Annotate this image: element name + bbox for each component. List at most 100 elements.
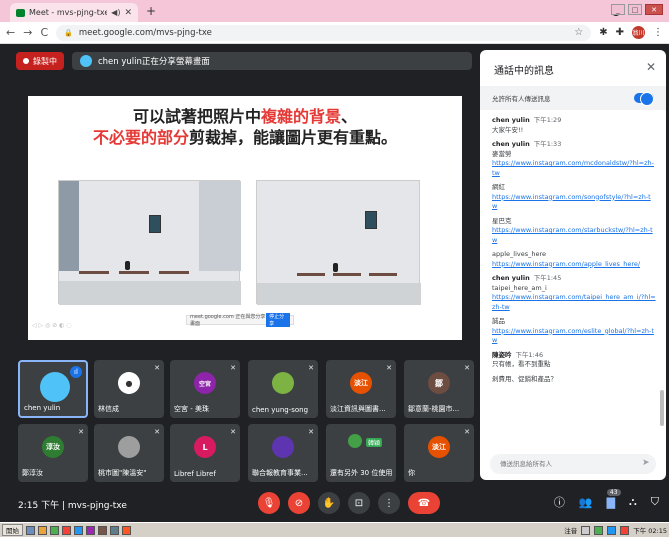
mic-off-button[interactable]: 🎙	[258, 492, 280, 514]
participant-tile[interactable]: ✕ 淳汝 鄭淳汝	[18, 424, 88, 482]
recording-dot-icon	[23, 58, 29, 64]
chat-panel: 通話中的訊息 ✕ 允許所有人傳送訊息 chen yulin 下午1:29 大家午安…	[480, 50, 666, 480]
tray-icon[interactable]	[607, 525, 617, 535]
message-link[interactable]: https://www.instagram.com/taipei_here_am…	[492, 293, 656, 312]
tray-icon[interactable]	[581, 525, 591, 535]
forward-icon[interactable]: →	[23, 26, 32, 39]
participant-avatar: L	[194, 436, 216, 458]
participant-name: 鄭淳汝	[22, 469, 43, 477]
meeting-controls-bar: 2:15 下午 | mvs-pjng-txe 🎙 ⊘ ✋ ⊡ ⋮ ☎ ⓘ 👥 43…	[0, 484, 669, 522]
raise-hand-button[interactable]: ✋	[318, 492, 340, 514]
extensions-icon[interactable]: ✚	[616, 27, 624, 38]
slide-toolbar: ◁ ▷ ◎ ⊘ ◐ ◌	[32, 322, 72, 329]
taskbar-app-icon[interactable]	[74, 525, 83, 535]
activities-icon[interactable]: ⛬	[629, 495, 637, 509]
message-time: 下午1:45	[533, 274, 562, 282]
chat-icon[interactable]: ▇	[607, 496, 615, 509]
more-participants-tile[interactable]: 韓穎 還有另外 30 位使用者	[326, 424, 396, 482]
participant-tile[interactable]: ✕ L Libref Libref	[170, 424, 240, 482]
participant-tile[interactable]: ✕ 鄒 鄒意蘭-桃園市...	[404, 360, 474, 418]
message-link[interactable]: https://www.instagram.com/songofstyle/?h…	[492, 193, 656, 212]
taskbar-app-icon[interactable]	[26, 525, 35, 535]
shared-screen: 可以試著把照片中複雜的背景、 不必要的部分剪裁掉，能讓圖片更有重點。 meet.…	[28, 96, 462, 340]
chat-message: 剁費用、促銷和產品？	[492, 375, 656, 385]
reload-icon[interactable]: C	[40, 26, 48, 39]
message-sender: 陳姿吟	[492, 350, 512, 359]
participant-avatar: 鄒	[428, 372, 450, 394]
taskbar-app-icon[interactable]	[38, 525, 47, 535]
taskbar-app-icon[interactable]	[62, 525, 71, 535]
slide-title-part: 剪裁掉，能讓圖片更有重點。	[189, 128, 398, 147]
message-link[interactable]: https://www.instagram.com/starbuckstw/?h…	[492, 226, 656, 245]
tray-icon[interactable]	[620, 525, 630, 535]
browser-tab[interactable]: Meet - mvs-pjng-txe ◀) ✕	[10, 3, 138, 22]
message-time: 下午1:29	[533, 116, 562, 124]
present-button[interactable]: ⊡	[348, 492, 370, 514]
system-tray: 注音 下午 02:15	[564, 525, 667, 535]
new-tab-button[interactable]: +	[146, 4, 156, 18]
speaker-icon[interactable]: ◀)	[111, 8, 120, 17]
close-icon[interactable]: ✕	[646, 60, 656, 74]
participant-tile[interactable]: ✕ 空宮 空宮 - 美珠	[170, 360, 240, 418]
input-method[interactable]: 注音	[564, 525, 577, 535]
url-field[interactable]: 🔒 meet.google.com/mvs-pjng-txe ☆	[56, 24, 592, 41]
meeting-code: mvs-pjng-txe	[67, 501, 127, 511]
taskbar-app-icon[interactable]	[86, 525, 95, 535]
participant-tile[interactable]: ✕ ● 林信成	[94, 360, 164, 418]
participant-name: 鄒意蘭-桃園市...	[408, 405, 460, 413]
message-time: 下午1:46	[515, 350, 544, 359]
camera-off-button[interactable]: ⊘	[288, 492, 310, 514]
tab-close-icon[interactable]: ✕	[124, 8, 132, 18]
presenting-label: chen yulin正在分享螢幕畫面	[98, 57, 210, 67]
maximize-button[interactable]: □	[628, 4, 642, 15]
chat-message: chen yulin 下午1:29 大家午安!!	[492, 116, 656, 135]
minimize-button[interactable]: _	[611, 4, 625, 15]
participant-name: 你	[408, 469, 415, 477]
self-tile[interactable]: ✕ 淡江 你	[404, 424, 474, 482]
taskbar-app-icon[interactable]	[98, 525, 107, 535]
chat-message: 星巴克 https://www.instagram.com/starbuckst…	[492, 217, 656, 246]
profile-avatar[interactable]: 翁川	[632, 26, 645, 39]
tray-icon[interactable]	[594, 525, 604, 535]
presenter-avatar	[80, 55, 92, 67]
participant-tile[interactable]: ✕ 聯合報教育事業...	[248, 424, 318, 482]
participant-tile[interactable]: ıl chen yulin	[18, 360, 88, 418]
extension-pin-icon[interactable]: ✱	[599, 27, 607, 38]
allow-messages-toggle[interactable]	[634, 92, 654, 106]
slide-title-highlight: 複雜的背景	[260, 107, 341, 126]
leave-call-button[interactable]: ☎	[408, 492, 440, 514]
message-link[interactable]: https://www.instagram.com/apple_lives_he…	[492, 260, 656, 270]
send-icon[interactable]: ➤	[642, 458, 650, 468]
people-icon[interactable]: 👥 43	[579, 488, 621, 509]
host-controls-icon[interactable]: ⛉	[651, 495, 659, 509]
back-icon[interactable]: ←	[6, 26, 15, 39]
side-controls: ⓘ 👥 43 ▇ ⛬ ⛉	[554, 488, 659, 510]
stop-sharing-button[interactable]: 停止分享	[266, 313, 290, 327]
participant-tile[interactable]: ✕ chen yung-song	[248, 360, 318, 418]
chat-input[interactable]	[490, 454, 656, 474]
info-icon[interactable]: ⓘ	[554, 494, 565, 510]
window-close-button[interactable]: ✕	[645, 4, 663, 15]
participant-tile[interactable]: ✕ 淡江 淡江資訊與圖書...	[326, 360, 396, 418]
message-text: 誠品	[492, 317, 505, 325]
taskbar-app-icon[interactable]	[110, 525, 119, 535]
allow-messages-label: 允許所有人傳送訊息	[492, 95, 551, 103]
recording-badge[interactable]: 錄製中	[16, 52, 64, 70]
address-bar: ← → C 🔒 meet.google.com/mvs-pjng-txe ☆ ✱…	[0, 22, 669, 44]
menu-kebab-icon[interactable]: ⋮	[653, 27, 663, 38]
participant-tile[interactable]: ✕ 桃市圖"陳溫安"	[94, 424, 164, 482]
participant-avatar	[272, 436, 294, 458]
lock-icon: 🔒	[64, 28, 73, 37]
start-button[interactable]: 開始	[2, 524, 23, 536]
more-options-button[interactable]: ⋮	[378, 492, 400, 514]
message-link[interactable]: https://www.instagram.com/mcdonaldstw/?h…	[492, 159, 656, 178]
chat-scrollbar[interactable]	[660, 390, 664, 426]
bookmark-star-icon[interactable]: ☆	[574, 27, 583, 38]
taskbar-app-icon[interactable]	[50, 525, 59, 535]
slide-title-part: 可以試著把照片中	[132, 107, 261, 126]
mic-off-icon: ✕	[308, 428, 314, 436]
participant-avatar: 淡江	[428, 436, 450, 458]
taskbar-app-icon[interactable]	[122, 525, 131, 535]
participant-avatar	[40, 372, 70, 402]
message-link[interactable]: https://www.instagram.com/eslite_global/…	[492, 327, 656, 346]
